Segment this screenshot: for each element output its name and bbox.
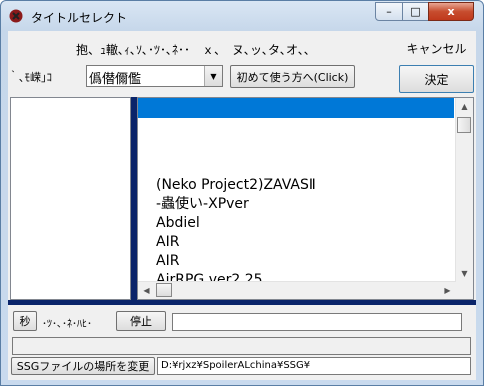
- list-item[interactable]: AIR: [156, 233, 316, 252]
- scroll-left-icon[interactable]: ◀: [138, 282, 155, 299]
- filter-label: ｀､ﾓ嵘｣ｺ: [8, 71, 52, 84]
- status-field[interactable]: [172, 313, 462, 331]
- horizontal-splitter[interactable]: [8, 300, 476, 305]
- vertical-scrollbar[interactable]: ▲ ▼: [455, 98, 473, 282]
- client-area: 抱、ｭ轍､ｨ､ｿ､･ﾂ･､ﾈ･･ ｘ、 ヌ､ッ､タ､オ､､ キャンセル ｀､ﾓ嵘…: [8, 31, 476, 380]
- list-item[interactable]: -蟲使い-XPver: [156, 195, 316, 214]
- first-time-help-button[interactable]: 初めて使う方へ(Click): [230, 65, 355, 88]
- app-window: タイトルセレクト – □ x 抱、ｭ轍､ｨ､ｿ､･ﾂ･､ﾈ･･ ｘ、 ヌ､ッ､タ…: [0, 0, 484, 386]
- seconds-button[interactable]: 秒: [13, 311, 37, 331]
- stop-button[interactable]: 停止: [116, 311, 166, 331]
- scroll-up-icon[interactable]: ▲: [456, 98, 473, 115]
- status-row: 秒 ･ﾂ･､･ﾈ･ﾊﾋ･ 停止: [8, 307, 476, 333]
- close-button[interactable]: x: [428, 2, 474, 21]
- status-label: ･ﾂ･､･ﾈ･ﾊﾋ･: [42, 319, 92, 330]
- list-item[interactable]: AIR: [156, 252, 316, 271]
- ssg-path-field[interactable]: D:¥rjxz¥SpoilerALchina¥SSG¥: [157, 357, 471, 375]
- list-item[interactable]: Abdiel: [156, 214, 316, 233]
- app-icon: [9, 9, 23, 23]
- change-ssg-location-button[interactable]: SSGファイルの場所を変更: [11, 357, 155, 375]
- minimize-button[interactable]: –: [375, 2, 403, 21]
- title-bar[interactable]: タイトルセレクト – □ x: [1, 1, 483, 31]
- vertical-scroll-thumb[interactable]: [457, 117, 471, 133]
- list-items: (Neko Project2)ZAVASⅡ -蟲使い-XPver Abdiel …: [156, 176, 316, 290]
- scroll-right-icon[interactable]: ▶: [439, 282, 456, 299]
- list-item[interactable]: (Neko Project2)ZAVASⅡ: [156, 176, 316, 195]
- ok-button[interactable]: 決定: [399, 65, 474, 93]
- message-field: [12, 337, 471, 355]
- scroll-corner: [456, 282, 473, 299]
- title-list[interactable]: (Neko Project2)ZAVASⅡ -蟲使い-XPver Abdiel …: [137, 97, 474, 300]
- folder-pane[interactable]: [10, 97, 131, 300]
- filter-select[interactable]: 僞僣儞儖 ▼: [86, 65, 223, 87]
- chevron-down-icon[interactable]: ▼: [204, 66, 222, 86]
- filter-select-value: 僞僣儞儖: [89, 72, 142, 87]
- horizontal-scrollbar[interactable]: ◀ ▶: [138, 281, 456, 299]
- header-garbled-text: 抱、ｭ轍､ｨ､ｿ､･ﾂ･､ﾈ･･ ｘ、 ヌ､ッ､タ､オ､､: [76, 43, 311, 57]
- window-title: タイトルセレクト: [31, 11, 128, 25]
- maximize-button[interactable]: □: [402, 2, 429, 21]
- scroll-down-icon[interactable]: ▼: [456, 265, 473, 282]
- horizontal-scroll-thumb[interactable]: [156, 283, 172, 297]
- cancel-button[interactable]: キャンセル: [399, 35, 474, 62]
- selected-row-highlight[interactable]: [138, 98, 454, 118]
